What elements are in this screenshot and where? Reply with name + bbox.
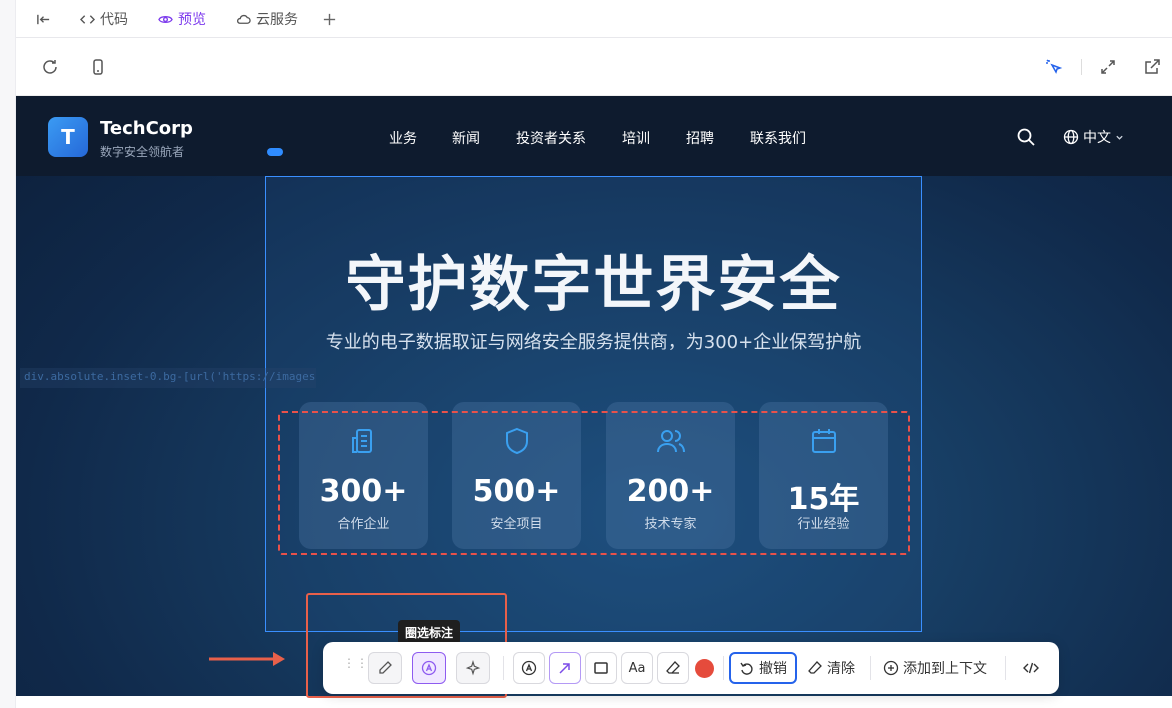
dock-divider [1005, 656, 1006, 680]
add-to-context-button[interactable]: 添加到上下文 [877, 652, 993, 684]
ai-sparkle-button[interactable] [456, 652, 490, 684]
eraser-icon [808, 661, 822, 674]
selection-drag-handle[interactable] [267, 148, 283, 156]
tab-cloud-services[interactable]: 云服务 [236, 0, 298, 38]
site-navbar: T TechCorp 数字安全领航者 业务 新闻 投资者关系 培训 招聘 联系我… [16, 96, 1172, 176]
clear-button[interactable]: 清除 [801, 652, 861, 684]
tool-arrow[interactable] [549, 652, 581, 684]
refresh-button[interactable] [41, 58, 59, 76]
drag-grip-icon[interactable]: ⋮⋮ [343, 657, 369, 669]
brand-name: TechCorp [100, 118, 193, 139]
circle-a-icon [521, 660, 537, 676]
cloud-icon [236, 14, 251, 24]
tab-cloud-label: 云服务 [256, 12, 298, 28]
brand-tagline: 数字安全领航者 [100, 145, 185, 159]
add-tab-button[interactable] [322, 0, 337, 38]
tab-preview-label: 预览 [178, 12, 206, 28]
left-gutter [0, 0, 16, 708]
tab-code[interactable]: 代码 [80, 0, 128, 38]
collapse-sidebar-button[interactable] [36, 0, 51, 38]
clear-label: 清除 [827, 661, 855, 677]
eye-icon [158, 15, 173, 23]
ide-tab-bar: 代码 预览 云服务 [16, 0, 1172, 38]
site-logo[interactable]: T [48, 117, 88, 157]
toolbar-divider [1081, 59, 1082, 75]
logo-letter: T [61, 125, 75, 149]
collapse-left-icon [37, 14, 50, 24]
circle-a-icon [421, 660, 437, 676]
tool-eraser[interactable] [657, 652, 689, 684]
dock-divider [870, 656, 871, 680]
open-external-button[interactable] [1143, 58, 1161, 76]
nav-item-training[interactable]: 培训 [622, 128, 650, 148]
tab-preview[interactable]: 预览 [158, 0, 206, 38]
nav-item-business[interactable]: 业务 [389, 128, 417, 148]
search-button[interactable] [1016, 127, 1036, 147]
color-picker-red[interactable] [695, 659, 714, 678]
hero-title: 守护数字世界安全 [345, 250, 842, 320]
fullscreen-button[interactable] [1099, 58, 1117, 76]
add-to-context-label: 添加到上下文 [903, 661, 987, 677]
eraser-icon [666, 661, 680, 674]
element-path-label: div.absolute.inset-0.bg-[url('https://im… [20, 368, 316, 388]
preview-frame: T TechCorp 数字安全领航者 业务 新闻 投资者关系 培训 招聘 联系我… [16, 96, 1172, 696]
arrow-icon [559, 663, 570, 674]
undo-icon [740, 662, 753, 675]
external-link-icon [1145, 59, 1160, 74]
undo-button[interactable]: 撤销 [729, 652, 797, 684]
rectangle-icon [594, 662, 608, 674]
circle-annotate-button[interactable] [412, 652, 446, 684]
code-icon [80, 14, 95, 24]
hero-subtitle: 专业的电子数据取证与网络安全服务提供商，为300+企业保驾护航 [325, 332, 862, 353]
preview-toolbar [16, 38, 1172, 96]
annotation-dashed-rect [278, 411, 910, 555]
annotation-dock: ⋮⋮ Aa 撤销 清除 添加到上下文 [323, 642, 1059, 694]
nav-item-news[interactable]: 新闻 [452, 128, 480, 148]
pencil-icon [379, 661, 392, 674]
nav-item-careers[interactable]: 招聘 [686, 128, 714, 148]
annotation-arrow [209, 652, 285, 666]
tab-code-label: 代码 [100, 12, 128, 28]
view-code-button[interactable] [1015, 652, 1047, 684]
mobile-view-button[interactable] [89, 58, 107, 76]
refresh-icon [43, 60, 57, 74]
undo-label: 撤销 [759, 661, 787, 677]
pen-tool-button[interactable] [368, 652, 402, 684]
text-aa-icon: Aa [628, 660, 646, 676]
nav-item-investors[interactable]: 投资者关系 [516, 128, 586, 148]
language-switcher[interactable]: 中文 [1063, 127, 1124, 147]
mobile-icon [93, 59, 103, 75]
plus-icon [323, 13, 336, 25]
sparkle-icon [465, 660, 481, 676]
dock-divider [503, 656, 504, 680]
dock-divider [723, 656, 724, 680]
tool-circle-text[interactable] [513, 652, 545, 684]
language-label: 中文 [1083, 130, 1111, 146]
tool-text[interactable]: Aa [621, 652, 653, 684]
search-icon [1017, 128, 1035, 146]
expand-icon [1101, 60, 1115, 74]
globe-icon [1063, 129, 1079, 145]
code-icon [1023, 662, 1039, 674]
tool-rectangle[interactable] [585, 652, 617, 684]
element-select-button[interactable] [1045, 58, 1063, 76]
pointer-select-icon [1046, 59, 1063, 74]
plus-circle-icon [883, 660, 899, 676]
chevron-down-icon [1116, 135, 1123, 140]
nav-item-contact[interactable]: 联系我们 [750, 128, 806, 148]
